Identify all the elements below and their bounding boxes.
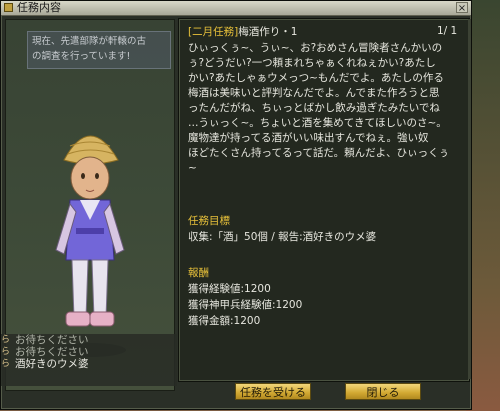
- objective-text: 収集:「酒」50個 / 報告:酒好きのウメ婆: [188, 231, 377, 243]
- quest-body-line: かい?あたしゃぁウメっつ~もんだでよ。あたしの作る: [188, 72, 444, 84]
- chat-marker: ら: [1, 347, 11, 357]
- quest-title: [二月任務]梅酒作り・1: [188, 25, 463, 40]
- quest-body-line: ほどたくさん持ってるって話だ。頼んだよ、ひぃっくぅ: [188, 147, 450, 159]
- close-button[interactable]: 閉じる: [345, 383, 421, 400]
- quest-type-tag: [二月任務]: [188, 26, 239, 38]
- chat-line-npc-name: 酒好きのウメ婆: [15, 358, 89, 370]
- npc-face: [70, 156, 110, 200]
- chat-row: ら お待ちください: [1, 334, 177, 346]
- quest-body-line: ~: [188, 162, 197, 174]
- quest-body-line: ったんだがね、ちぃっとばかし飲み過ぎたみたいでね: [188, 102, 440, 114]
- window-icon: [4, 3, 13, 12]
- objective-heading: 任務目標: [188, 215, 230, 227]
- quest-text-panel: [二月任務]梅酒作り・1 1/ 1 ひぃっくぅ~、うぃ~、お?おめさん冒険者さん…: [178, 18, 470, 382]
- scrollbar[interactable]: [468, 19, 471, 379]
- close-icon[interactable]: ×: [456, 2, 468, 14]
- quest-body-line: 梅酒は美味いと評判なんだでよ。んでまた作ろうと思: [188, 87, 440, 99]
- reward-item: 獲得神甲兵経験値:1200: [188, 299, 303, 311]
- window-title: 任務内容: [17, 1, 61, 14]
- speech-line-1: 現在、先遣部隊が軒轅の古: [32, 36, 147, 47]
- npc-portrait: [54, 135, 126, 357]
- chat-marker: ら: [1, 359, 11, 369]
- reward-item: 獲得金額:1200: [188, 315, 261, 327]
- quest-body-line: ぅ?どうだい?一つ頼まれちゃぁくれねぇかい?あたし: [188, 57, 436, 69]
- npc-speech-bubble: 現在、先遣部隊が軒轅の古 の調査を行っています!: [27, 31, 171, 69]
- chat-line: お待ちください: [15, 334, 89, 346]
- chat-row: ら お待ちください: [1, 346, 177, 358]
- chat-marker: ら: [1, 335, 11, 345]
- accept-quest-button[interactable]: 任務を受ける: [235, 383, 311, 400]
- quest-body-line: …うぃっく~。ちょいと酒を集めてきてほしいのさ~。: [188, 117, 447, 129]
- npc-legs: [71, 259, 109, 319]
- speech-line-2: の調査を行っています!: [32, 51, 131, 62]
- chat-log: ら お待ちください ら お待ちください ら 酒好きのウメ婆: [1, 334, 177, 386]
- chat-row: ら 酒好きのウメ婆: [1, 358, 177, 370]
- quest-dialog: 任務内容 × 現在、先遣部隊が軒轅の古 の調査を行っています! ら お待ちくださ…: [0, 0, 472, 410]
- quest-body-line: 魔物達が持ってる酒がいい味出すんでねぇ。強い奴: [188, 132, 429, 144]
- chat-line: お待ちください: [15, 346, 89, 358]
- quest-name: 梅酒作り・1: [238, 26, 298, 38]
- page-indicator: 1/ 1: [437, 25, 458, 37]
- window-titlebar[interactable]: 任務内容 ×: [1, 1, 471, 16]
- quest-body-line: ひぃっくぅ~、うぃ~、お?おめさん冒険者さんかいの: [188, 42, 443, 54]
- reward-item: 獲得経験値:1200: [188, 283, 271, 295]
- reward-heading: 報酬: [188, 267, 209, 279]
